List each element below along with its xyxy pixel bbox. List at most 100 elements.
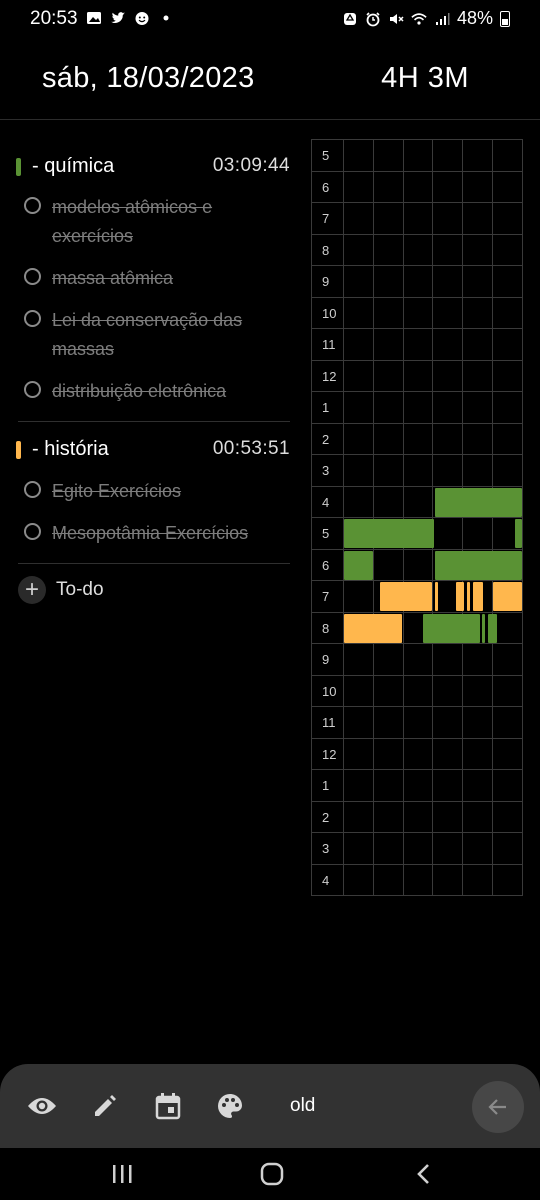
- task-item[interactable]: Mesopotâmia Exercícios: [0, 519, 300, 549]
- hour-label: 9: [312, 266, 344, 297]
- hour-label: 3: [312, 455, 344, 486]
- task-checkbox[interactable]: [24, 381, 41, 398]
- add-todo-label: To-do: [56, 579, 104, 600]
- pencil-icon[interactable]: [89, 1090, 121, 1122]
- subject-name: - química: [32, 155, 115, 177]
- subject-name: - história: [32, 438, 109, 460]
- plus-icon: +: [18, 576, 46, 604]
- subject-time: 03:09:44: [212, 155, 290, 176]
- timeline-row: 2: [312, 423, 522, 455]
- timeline-row: 4: [312, 864, 522, 896]
- divider: [18, 563, 290, 564]
- hour-label: 6: [312, 171, 344, 202]
- status-time: 20:53: [30, 8, 78, 29]
- back-icon[interactable]: [404, 1156, 444, 1192]
- task-checkbox[interactable]: [24, 523, 41, 540]
- timeline-grid[interactable]: 5 6 7 8 9 10 11 12 1 2 3 4 5 6 7 8 9 10 11 12 1 2 3 4: [311, 139, 523, 896]
- task-item[interactable]: Lei da conservação das massas: [0, 306, 300, 366]
- activity-block: [456, 582, 464, 611]
- task-item[interactable]: Egito Exercícios: [0, 477, 300, 507]
- palette-icon[interactable]: [214, 1090, 246, 1122]
- task-checkbox[interactable]: [24, 197, 41, 214]
- hour-label: 2: [312, 423, 344, 454]
- home-icon[interactable]: [252, 1156, 292, 1192]
- old-toggle-label[interactable]: old: [290, 1095, 315, 1117]
- hour-label: 6: [312, 549, 344, 580]
- task-checkbox[interactable]: [24, 268, 41, 285]
- wifi-icon: [411, 11, 427, 27]
- alarm-icon: [365, 11, 381, 27]
- timeline-row: 9: [312, 644, 522, 676]
- status-bar: 20:53 48%: [0, 0, 540, 40]
- twitter-icon: [110, 10, 126, 26]
- hour-label: 3: [312, 833, 344, 864]
- timeline-row: 9: [312, 266, 522, 298]
- subject-time: 00:53:51: [212, 438, 290, 459]
- timeline-row: 3: [312, 455, 522, 487]
- hour-label: 8: [312, 234, 344, 265]
- task-item[interactable]: distribuição eletrônica: [0, 377, 300, 407]
- eye-icon[interactable]: [26, 1090, 58, 1122]
- divider: [18, 421, 290, 422]
- activity-block: [473, 582, 483, 611]
- status-left-icons: [86, 10, 174, 26]
- timeline-row: 7: [312, 203, 522, 235]
- task-item[interactable]: modelos atômicos e exercícios: [0, 193, 300, 253]
- activity-block: [493, 582, 522, 611]
- add-todo-button[interactable]: + To-do: [18, 576, 218, 606]
- status-right-icons: 48%: [342, 8, 510, 29]
- task-checkbox[interactable]: [24, 481, 41, 498]
- hour-label: 9: [312, 644, 344, 675]
- task-label: massa atômica: [52, 268, 174, 288]
- timeline-row: 12: [312, 360, 522, 392]
- timeline-row: 11: [312, 329, 522, 361]
- dot-icon: [158, 10, 174, 26]
- recent-apps-icon[interactable]: [102, 1156, 142, 1192]
- timeline-row: 12: [312, 738, 522, 770]
- hour-label: 2: [312, 801, 344, 832]
- task-label: Mesopotâmia Exercícios: [52, 523, 249, 543]
- activity-block: [344, 519, 434, 548]
- task-item[interactable]: massa atômica: [0, 264, 300, 294]
- task-label: modelos atômicos e exercícios: [52, 197, 213, 246]
- activity-block: [467, 582, 470, 611]
- emoji-icon: [134, 10, 150, 26]
- date-title[interactable]: sáb, 18/03/2023: [42, 62, 255, 95]
- hour-label: 12: [312, 360, 344, 391]
- timeline-row: 10: [312, 297, 522, 329]
- subject-header-historia[interactable]: - história 00:53:51: [0, 432, 300, 466]
- task-checkbox[interactable]: [24, 310, 41, 327]
- timeline-row: 6: [312, 171, 522, 203]
- hour-label: 8: [312, 612, 344, 643]
- activity-block: [423, 613, 480, 643]
- task-label: Lei da conservação das massas: [52, 310, 243, 359]
- activity-block: [380, 582, 432, 611]
- subject-header-quimica[interactable]: - química 03:09:44: [0, 149, 300, 183]
- signal-icon: [434, 11, 450, 27]
- timeline-row: 3: [312, 833, 522, 865]
- calendar-icon[interactable]: [152, 1090, 184, 1122]
- subject-color-bar: [16, 441, 21, 459]
- hour-label: 4: [312, 486, 344, 517]
- activity-block: [435, 550, 522, 580]
- activity-block: [344, 613, 402, 643]
- activity-block: [488, 613, 497, 643]
- hour-label: 7: [312, 203, 344, 234]
- recycle-icon: [342, 11, 358, 27]
- header-divider: [0, 119, 540, 120]
- subject-color-bar: [16, 158, 21, 176]
- arrow-left-icon[interactable]: [472, 1081, 524, 1133]
- task-label: distribuição eletrônica: [52, 381, 227, 401]
- hour-label: 4: [312, 864, 344, 895]
- system-nav-bar: [0, 1148, 540, 1200]
- timeline-row: 10: [312, 675, 522, 707]
- timeline-row: 11: [312, 707, 522, 739]
- hour-label: 5: [312, 140, 344, 171]
- timeline-row: 2: [312, 801, 522, 833]
- timeline-row: 5: [312, 140, 522, 172]
- mute-icon: [388, 11, 404, 27]
- hour-label: 11: [312, 329, 344, 360]
- timeline-row: 1: [312, 770, 522, 802]
- hour-label: 1: [312, 770, 344, 801]
- hour-label: 7: [312, 581, 344, 612]
